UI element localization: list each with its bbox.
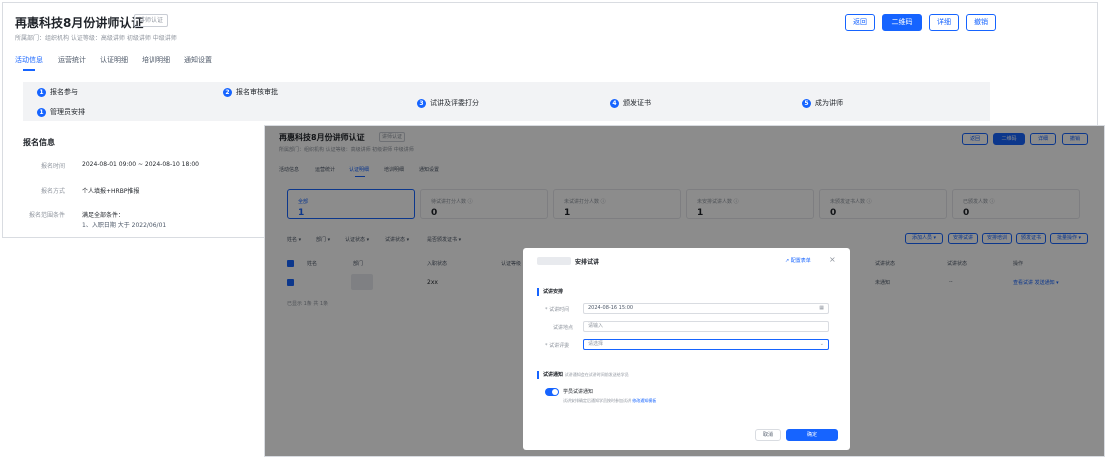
step-trial-lecture: 3 试讲及评委打分 bbox=[417, 98, 479, 108]
cancel-button[interactable]: 取消 bbox=[755, 429, 781, 441]
trial-judges-select[interactable]: 请选择 ⌄ bbox=[583, 339, 829, 350]
config-form-link[interactable]: ↗ 配置表单 bbox=[785, 257, 811, 264]
tab-training[interactable]: 培训明细 bbox=[142, 55, 170, 65]
signup-scope-value: 满足全部条件： bbox=[82, 212, 125, 219]
close-icon[interactable]: × bbox=[829, 255, 836, 264]
signup-scope-label: 报名范围条件 bbox=[29, 212, 66, 219]
signup-time-label: 报名时间 bbox=[41, 163, 66, 170]
trial-location-input[interactable]: 请输入 bbox=[583, 321, 829, 332]
section-trial-arrange: 试讲安排 bbox=[537, 288, 563, 296]
signup-scope-condition: 1、入职日期 大于 2022/06/01 bbox=[82, 222, 167, 229]
back-button[interactable]: 返回 bbox=[845, 14, 875, 31]
edit-template-link[interactable]: 修改通知模板 bbox=[632, 398, 656, 403]
type-badge: 讲师认证 bbox=[134, 14, 168, 27]
arrange-trial-modal: 安排试讲 ↗ 配置表单 × 试讲安排 * 试讲时间 2024-08-16 15:… bbox=[523, 248, 850, 450]
step-signup: 1 报名参与 bbox=[37, 87, 78, 97]
trial-location-label: 试讲地点 bbox=[553, 325, 574, 331]
blurred-name bbox=[537, 257, 571, 265]
toggle-hint: 试讲安排确定后通知学员按时参加试讲 修改通知模板 bbox=[563, 398, 657, 403]
tab-activity-info[interactable]: 活动信息 bbox=[15, 55, 43, 65]
tab-notify[interactable]: 通知设置 bbox=[184, 55, 212, 65]
front-window: 再惠科技8月份讲师认证 讲师认证 所属部门：组织机构 认证等级：高级讲师 初级讲… bbox=[264, 125, 1105, 457]
progress-steps bbox=[23, 82, 990, 121]
step-become-lecturer: 5 成为讲师 bbox=[802, 98, 843, 108]
chevron-down-icon: ⌄ bbox=[819, 341, 824, 347]
section-notify-hint: 试讲通知会在试讲时间前发送给学员 bbox=[564, 372, 629, 377]
signup-method-label: 报名方式 bbox=[41, 188, 66, 195]
calendar-icon: ▦ bbox=[819, 305, 824, 311]
qrcode-button[interactable]: 二维码 bbox=[882, 14, 922, 31]
step-review: 2 报名审核审批 bbox=[223, 87, 278, 97]
tab-active-indicator bbox=[23, 69, 35, 71]
detail-button[interactable]: 详细 bbox=[929, 14, 959, 31]
signup-method-value: 个人填报+HRBP推报 bbox=[82, 188, 140, 195]
tab-certification[interactable]: 认证明细 bbox=[100, 55, 128, 65]
page-title: 再惠科技8月份讲师认证 bbox=[15, 16, 144, 30]
revoke-button[interactable]: 撤销 bbox=[966, 14, 996, 31]
trial-judges-label: * 试讲评委 bbox=[545, 343, 570, 349]
trial-time-label: * 试讲时间 bbox=[545, 307, 570, 313]
modal-title: 安排试讲 bbox=[575, 259, 600, 266]
section-trial-notify: 试讲通知 试讲通知会在试讲时间前发送给学员 bbox=[537, 371, 629, 379]
notify-toggle[interactable] bbox=[545, 388, 559, 396]
signup-time-value: 2024-08-01 09:00 ~ 2024-08-10 18:00 bbox=[82, 161, 199, 168]
trial-time-input[interactable]: 2024-08-16 15:00 ▦ bbox=[583, 303, 829, 314]
confirm-button[interactable]: 确定 bbox=[786, 429, 838, 441]
tab-operations[interactable]: 运营统计 bbox=[58, 55, 86, 65]
step-admin-arrange: 1 管理员安排 bbox=[37, 107, 85, 117]
toggle-label: 学员试讲通知 bbox=[563, 389, 594, 395]
section-title: 报名信息 bbox=[23, 138, 55, 147]
meta-line: 所属部门：组织机构 认证等级：高级讲师 初级讲师 中级讲师 bbox=[15, 35, 177, 42]
step-certificate: 4 颁发证书 bbox=[610, 98, 651, 108]
